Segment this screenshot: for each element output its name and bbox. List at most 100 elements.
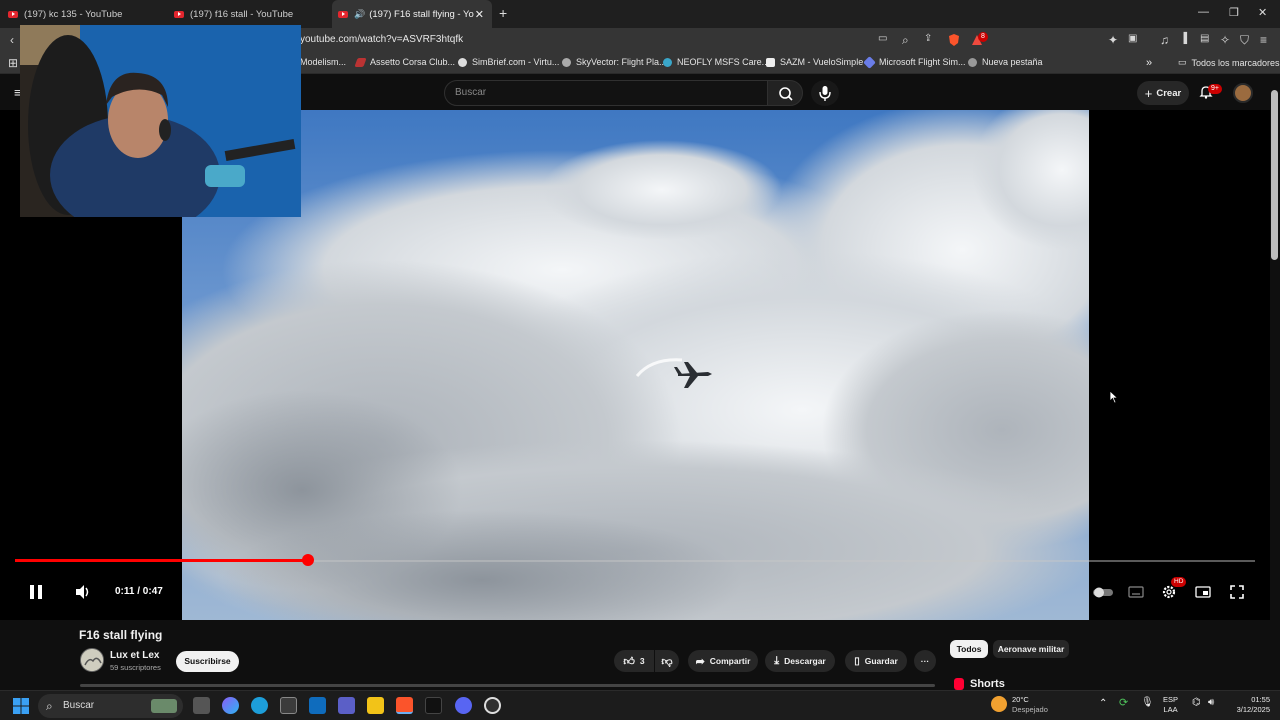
apps-grid-icon[interactable]: ⊞ [8,56,18,70]
tray-overflow-icon[interactable]: ⌃ [1099,699,1107,709]
all-bookmarks[interactable]: ▭ Todos los marcadores [1178,57,1280,68]
volume-icon [76,585,89,599]
video-frame[interactable] [182,110,1089,620]
chip-aeronave-militar[interactable]: Aeronave militar [993,640,1069,658]
bookmark-item[interactable]: Assetto Corsa Club... [354,57,455,67]
search-input[interactable]: Buscar [444,80,768,106]
microsoft-store-icon[interactable] [280,697,297,714]
search-icon [779,87,793,101]
wallet-icon[interactable]: ▤ [1200,33,1209,44]
edge-icon[interactable] [251,697,268,714]
windows-start-button[interactable] [13,698,29,719]
copilot-icon[interactable] [222,697,239,714]
subtitles-icon [1128,586,1144,598]
more-bookmarks-icon[interactable]: » [1146,57,1152,69]
bookmark-item[interactable]: Nueva pestaña [968,57,1043,67]
sazm-icon [766,57,775,67]
bookmark-label: Microsoft Flight Sim... [879,57,966,67]
language-indicator[interactable]: ESP LAA [1163,695,1178,715]
new-tab-button[interactable]: + [499,5,507,21]
clock[interactable]: 01:55 3/12/2025 [1226,695,1270,715]
toggle-icon [1093,587,1113,598]
horizontal-scrollbar[interactable] [80,684,935,687]
subscriber-count: 59 suscriptores [110,663,161,672]
minimize-icon[interactable]: — [1198,6,1209,18]
weather-widget[interactable]: 20°C Despejado [1012,695,1048,715]
taskbar-search[interactable]: ⌕ Buscar [38,694,183,718]
subtitles-button[interactable] [1128,583,1144,601]
page-scrollbar[interactable] [1271,90,1278,260]
save-button[interactable]: ▯ Guardar [845,650,907,672]
skyvector-icon [562,57,571,67]
bookmark-item[interactable]: SimBrief.com - Virtu... [458,57,559,67]
tiktok-icon[interactable] [425,697,442,714]
video-title: F16 stall flying [79,628,163,642]
subscribe-button[interactable]: Suscribirse [176,651,239,672]
language-top: ESP [1163,695,1179,704]
file-explorer-icon[interactable] [367,697,384,714]
pause-button[interactable] [28,583,44,601]
download-button[interactable]: ⤓ Descargar [765,650,835,672]
chip-todos[interactable]: Todos [950,640,988,658]
music-icon[interactable]: ♫ [1160,33,1169,47]
tab-f16-stall-flying[interactable]: 🔊 (197) F16 stall flying - YouTul ✕ [332,0,492,28]
autoplay-toggle[interactable] [1092,583,1114,601]
obs-icon[interactable] [484,697,501,714]
brave-icon[interactable] [396,697,413,714]
miniplayer-button[interactable] [1195,583,1211,601]
tab-kc135[interactable]: (197) kc 135 - YouTube [8,0,168,28]
channel-avatar[interactable] [80,648,104,672]
zoom-icon[interactable]: ⌕ [902,33,909,48]
extensions-icon[interactable]: ✦ [1108,33,1118,47]
mouse-cursor-icon [1109,390,1119,409]
sidebar-icon[interactable]: ▐ [1180,33,1187,44]
menu-icon[interactable]: ≡ [1260,33,1267,47]
close-tab-icon[interactable]: ✕ [475,8,484,21]
vpn-icon[interactable]: ⛉ [1240,33,1249,48]
create-button[interactable]: + Crear [1137,81,1189,105]
bookmark-item[interactable]: Modelism... [300,57,346,67]
speaker-tray-icon[interactable]: 🔊︎ [1208,698,1214,708]
back-icon[interactable]: ‹ [10,33,14,47]
dislike-button[interactable]: 👎︎ [655,650,679,672]
bookmark-item[interactable]: SkyVector: Flight Pla... [562,57,667,67]
outlook-icon[interactable] [309,697,326,714]
discord-icon[interactable] [455,697,472,714]
volume-button[interactable] [74,583,92,601]
globe-icon [968,57,977,67]
microphone-tray-icon[interactable]: 🎙︎ [1141,698,1154,708]
progress-played [15,559,309,562]
bookmark-item[interactable]: NEOFLY MSFS Care... [663,57,769,67]
teams-icon[interactable] [338,697,355,714]
voice-search-button[interactable] [811,80,839,106]
bookmark-label: Modelism... [300,57,347,67]
leo-ai-icon[interactable]: ✧ [1220,33,1230,47]
bookmark-item[interactable]: SAZM - VueloSimple [766,57,863,67]
thumbs-up-icon: 👍︎ [623,655,635,668]
maximize-icon[interactable]: ❐ [1229,6,1239,19]
tab-search-icon[interactable]: ▣ [1128,33,1137,44]
fullscreen-button[interactable] [1229,583,1245,601]
share-button[interactable]: ➦ Compartir [688,650,758,672]
cast-icon[interactable]: ▭ [878,33,887,44]
pause-icon [30,585,42,599]
sync-icon[interactable]: ⟳ [1119,698,1128,709]
channel-name[interactable]: Lux et Lex [110,650,159,661]
search-button[interactable] [767,80,803,106]
more-actions-button[interactable]: ··· [914,650,936,672]
download-label: Descargar [784,656,826,666]
browser-tab-bar: (197) kc 135 - YouTube (197) f16 stall -… [0,0,1280,28]
bookmark-item[interactable]: Microsoft Flight Sim... [863,55,966,69]
tab-title: (197) f16 stall - YouTube [190,8,294,20]
tab-f16-stall[interactable]: (197) f16 stall - YouTube [174,0,334,28]
network-icon[interactable]: ⌬ [1192,698,1201,708]
account-avatar[interactable] [1233,83,1253,103]
share-icon[interactable]: ⇪ [924,33,932,44]
like-button[interactable]: 👍︎ 3 [614,650,654,672]
brave-shield-icon[interactable] [947,33,961,50]
time-display: 0:11 / 0:47 [115,586,163,597]
url-field[interactable]: youtube.com/watch?v=ASVRF3htqfk [300,34,463,45]
close-window-icon[interactable]: ✕ [1258,6,1267,19]
weather-description: Despejado [1012,705,1048,714]
task-view-icon[interactable] [193,697,210,714]
